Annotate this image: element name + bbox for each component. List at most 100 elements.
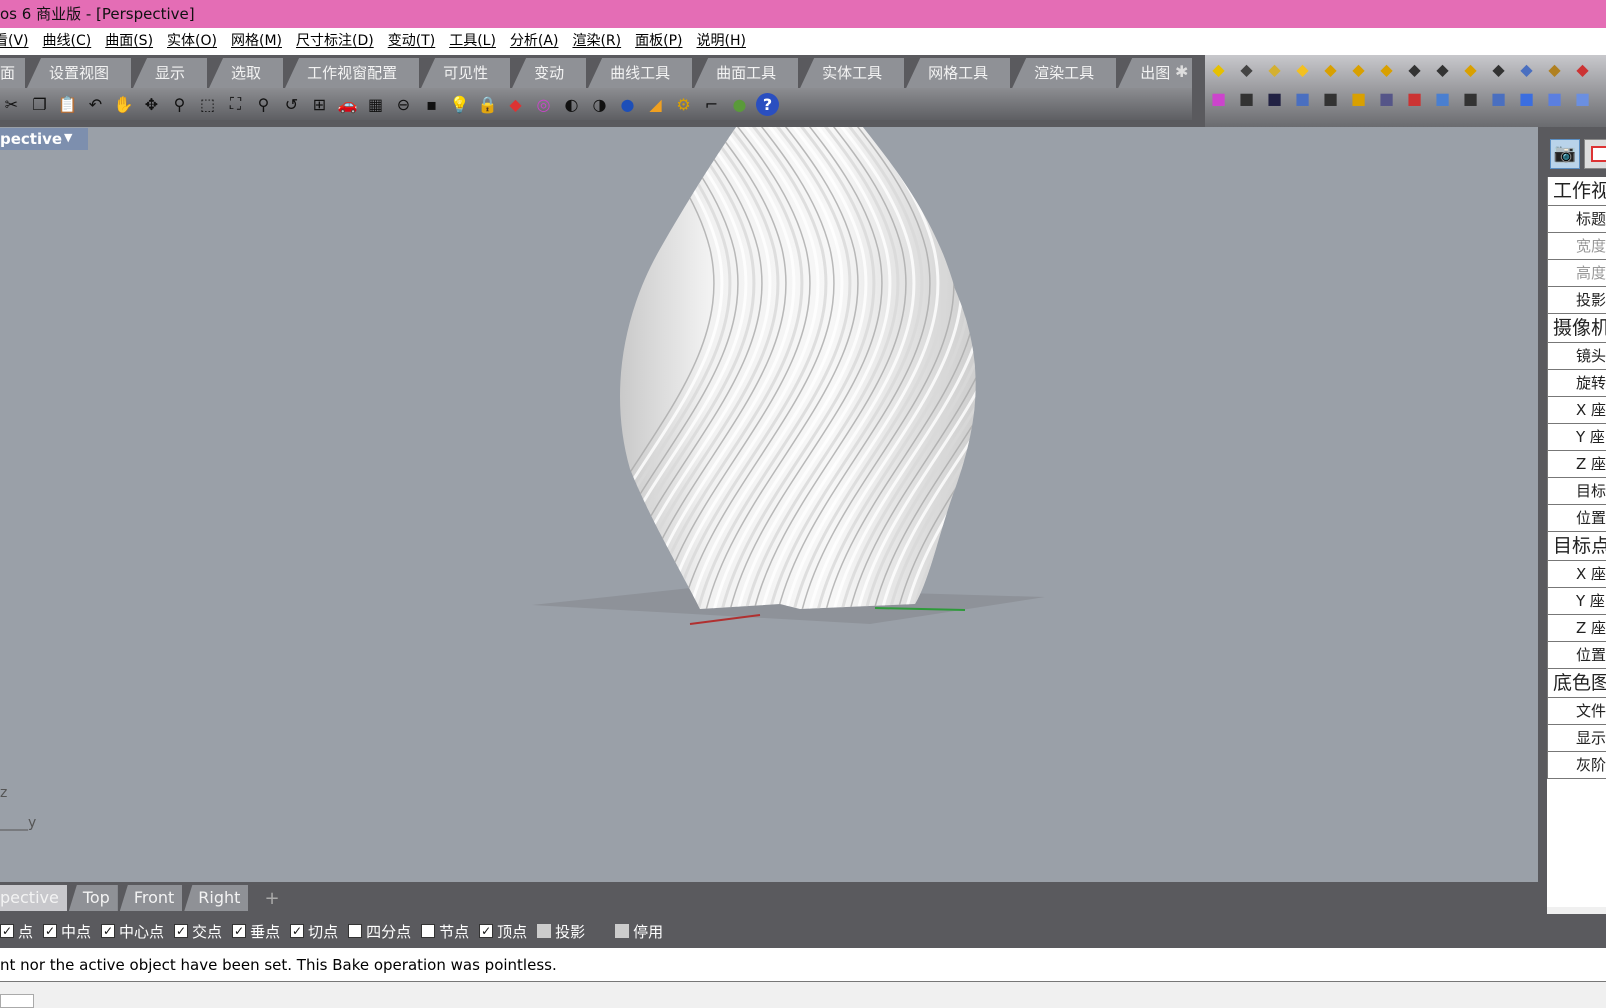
osnap-checkbox[interactable]	[348, 924, 363, 938]
menu-item[interactable]: 渲染(R)	[572, 33, 621, 49]
osnap-checkbox[interactable]: ✓	[174, 924, 189, 938]
zoom-window-icon[interactable]: ⬚	[196, 93, 219, 116]
property-row[interactable]: Y 座	[1547, 588, 1606, 615]
viewport-menu-chevron-down-icon[interactable]: ▼	[64, 131, 72, 144]
menu-item[interactable]: 说明(H)	[696, 33, 745, 49]
menu-item[interactable]: 曲线(C)	[43, 33, 92, 49]
rendered-sphere-icon[interactable]: ●	[616, 93, 639, 116]
side-tool-icon[interactable]: ◆	[1207, 58, 1230, 81]
material-icon[interactable]: ◢	[644, 93, 667, 116]
property-row[interactable]: 投影	[1547, 287, 1606, 314]
four-viewports-icon[interactable]: ⊞	[308, 93, 331, 116]
osnap-item[interactable]: ✓ 中点	[43, 921, 91, 942]
toolbar-tab[interactable]: 曲线工具	[588, 58, 693, 88]
property-section-header[interactable]: 摄像机	[1547, 314, 1606, 343]
property-section-header[interactable]: 底色图	[1547, 669, 1606, 698]
toolbar-tab[interactable]: 设置视图	[27, 58, 132, 88]
zoom-selected-icon[interactable]: ⚲	[252, 93, 275, 116]
osnap-checkbox[interactable]: ✓	[479, 924, 494, 938]
osnap-checkbox[interactable]: ✓	[232, 924, 247, 938]
osnap-item[interactable]: ✓ 垂点	[232, 921, 280, 942]
paste-icon[interactable]: 📋	[56, 93, 79, 116]
side-tool-icon[interactable]: ■	[1571, 87, 1594, 110]
osnap-item[interactable]: ✓ 切点	[290, 921, 338, 942]
viewport-tab[interactable]: Right	[184, 885, 249, 911]
menu-item[interactable]: 看(V)	[0, 33, 29, 49]
property-row[interactable]: X 座	[1547, 561, 1606, 588]
side-tool-icon[interactable]: ■	[1375, 87, 1398, 110]
rotate-view-icon[interactable]: ✥	[140, 93, 163, 116]
osnap-checkbox[interactable]: ✓	[43, 924, 58, 938]
toolbar-tab[interactable]: 可见性	[421, 58, 511, 88]
viewport-tab[interactable]: Front	[119, 885, 183, 911]
side-tool-icon[interactable]: ◆	[1515, 58, 1538, 81]
toolbar-tab[interactable]: 渲染工具	[1012, 58, 1117, 88]
property-row[interactable]: 宽度	[1547, 233, 1606, 260]
layer-icon[interactable]: ◆	[504, 93, 527, 116]
color-wheel-icon[interactable]: ◎	[532, 93, 555, 116]
property-row[interactable]: Z 座	[1547, 615, 1606, 642]
osnap-checkbox[interactable]: ✓	[290, 924, 305, 938]
viewport-properties-tab[interactable]	[1584, 139, 1606, 169]
side-tool-icon[interactable]: ■	[1319, 87, 1342, 110]
grasshopper-icon[interactable]: ●	[728, 93, 751, 116]
osnap-checkbox[interactable]	[537, 924, 552, 938]
toolbar-tab[interactable]: 网格工具	[906, 58, 1011, 88]
side-tool-icon[interactable]: ◆	[1263, 58, 1286, 81]
property-row[interactable]: X 座	[1547, 397, 1606, 424]
side-tool-icon[interactable]: ■	[1235, 87, 1258, 110]
osnap-item[interactable]: 节点	[421, 921, 469, 942]
light-icon[interactable]: 💡	[448, 93, 471, 116]
osnap-item[interactable]: ✓ 点	[0, 921, 33, 942]
named-view-icon[interactable]: ▦	[364, 93, 387, 116]
menu-item[interactable]: 分析(A)	[510, 33, 559, 49]
side-tool-icon[interactable]: ■	[1403, 87, 1426, 110]
side-tool-icon[interactable]: ■	[1543, 87, 1566, 110]
osnap-checkbox[interactable]: ✓	[0, 924, 14, 938]
side-tool-icon[interactable]: ◆	[1347, 58, 1370, 81]
property-row[interactable]: Y 座	[1547, 424, 1606, 451]
pan-hand-icon[interactable]: ✋	[112, 93, 135, 116]
cut-icon[interactable]: ✂	[0, 93, 23, 116]
property-row[interactable]: 目标	[1547, 478, 1606, 505]
side-tool-icon[interactable]: ■	[1347, 87, 1370, 110]
osnap-item[interactable]: 四分点	[348, 921, 411, 942]
command-input[interactable]	[0, 994, 34, 1008]
property-row[interactable]: 位置	[1547, 642, 1606, 669]
cplane-icon[interactable]: ⊖	[392, 93, 415, 116]
menu-item[interactable]: 实体(O)	[167, 33, 217, 49]
side-tool-icon[interactable]: ◆	[1571, 58, 1594, 81]
vase-model[interactable]	[0, 79, 1538, 882]
side-tool-icon[interactable]: ◆	[1459, 58, 1482, 81]
toolbar-settings-gear-icon[interactable]: ✱	[1175, 62, 1188, 81]
toolbar-tab[interactable]: 工作视窗配置	[285, 58, 420, 88]
property-section-header[interactable]: 工作视	[1547, 177, 1606, 206]
side-tool-icon[interactable]: ■	[1515, 87, 1538, 110]
osnap-item[interactable]: ✓ 中心点	[101, 921, 164, 942]
osnap-item[interactable]: 停用	[615, 921, 663, 942]
property-row[interactable]: 文件	[1547, 698, 1606, 725]
side-tool-icon[interactable]: ■	[1263, 87, 1286, 110]
osnap-item[interactable]: ✓ 顶点	[479, 921, 527, 942]
viewport-title[interactable]: pective	[0, 128, 89, 150]
menu-item[interactable]: 尺寸标注(D)	[296, 33, 374, 49]
camera-icon[interactable]: 📷	[1550, 139, 1580, 169]
zoom-extents-icon[interactable]: ⛶	[224, 93, 247, 116]
menu-item[interactable]: 工具(L)	[449, 33, 496, 49]
property-row[interactable]: Z 座	[1547, 451, 1606, 478]
side-tool-icon[interactable]: ■	[1459, 87, 1482, 110]
car-icon[interactable]: 🚗	[336, 93, 359, 116]
side-tool-icon[interactable]: ◆	[1235, 58, 1258, 81]
menu-item[interactable]: 曲面(S)	[105, 33, 153, 49]
side-tool-icon[interactable]: ◆	[1319, 58, 1342, 81]
lock-icon[interactable]: 🔒	[476, 93, 499, 116]
side-tool-icon[interactable]: ◆	[1291, 58, 1314, 81]
property-row[interactable]: 标题	[1547, 206, 1606, 233]
add-viewport-tab-plus-icon[interactable]: +	[264, 888, 279, 909]
side-tool-icon[interactable]: ◆	[1487, 58, 1510, 81]
viewport-tab[interactable]: Top	[68, 885, 118, 911]
toolbar-tab[interactable]: 变动	[512, 58, 587, 88]
side-tool-icon[interactable]: ■	[1207, 87, 1230, 110]
toolbar-tab[interactable]: 面	[0, 58, 26, 88]
side-tool-icon[interactable]: ◆	[1543, 58, 1566, 81]
